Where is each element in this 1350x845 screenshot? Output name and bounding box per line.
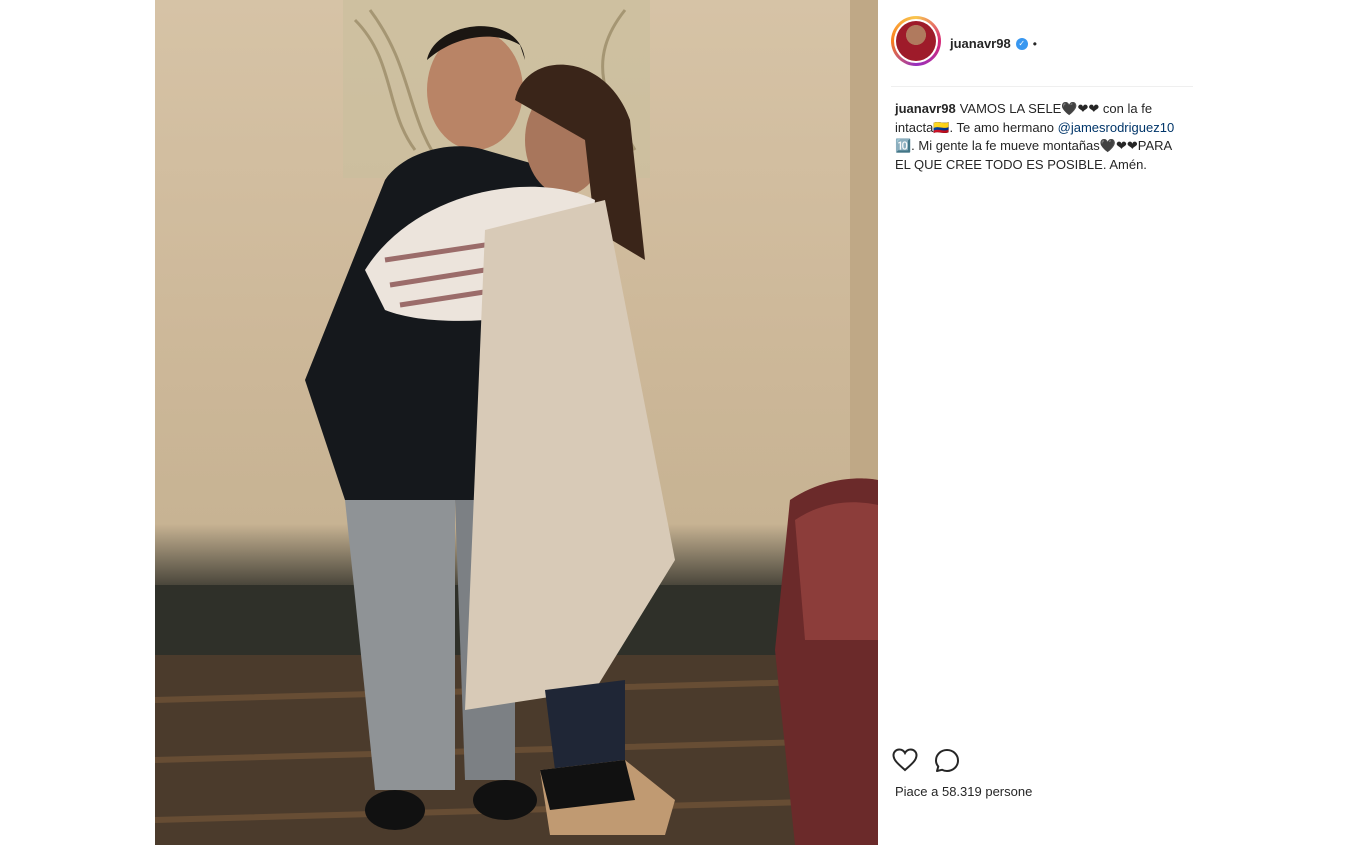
comment-icon — [935, 749, 959, 772]
post-photo[interactable] — [155, 0, 878, 845]
post-caption: juanavr98 VAMOS LA SELE🖤❤❤ con la fe inta… — [895, 100, 1190, 174]
verified-badge-icon: ✓ — [1015, 37, 1028, 50]
caption-mention-link[interactable]: @jamesrodriguez10 — [1058, 120, 1175, 135]
caption-text-after-mention: 🔟. Mi gente la fe mueve montañas🖤❤❤PARA … — [895, 138, 1172, 172]
instagram-post: juanavr98 ✓ • juanavr98 VAMOS LA SELE🖤❤❤ … — [155, 0, 1195, 845]
like-button[interactable] — [892, 748, 918, 774]
post-header: juanavr98 ✓ • — [891, 16, 1193, 87]
username-row: juanavr98 ✓ • — [950, 36, 1037, 51]
avatar-image — [896, 21, 936, 61]
caption-username-link[interactable]: juanavr98 — [895, 101, 956, 116]
username-link[interactable]: juanavr98 — [950, 36, 1011, 51]
avatar[interactable] — [891, 16, 941, 66]
heart-icon — [892, 748, 918, 772]
photo-scene — [155, 0, 878, 845]
post-actions — [892, 748, 960, 774]
post-sidebar: juanavr98 ✓ • juanavr98 VAMOS LA SELE🖤❤❤ … — [878, 0, 1195, 845]
header-separator: • — [1032, 36, 1037, 51]
comment-button[interactable] — [934, 748, 960, 774]
avatar-ring — [894, 19, 938, 63]
likes-count[interactable]: Piace a 58.319 persone — [895, 784, 1032, 799]
